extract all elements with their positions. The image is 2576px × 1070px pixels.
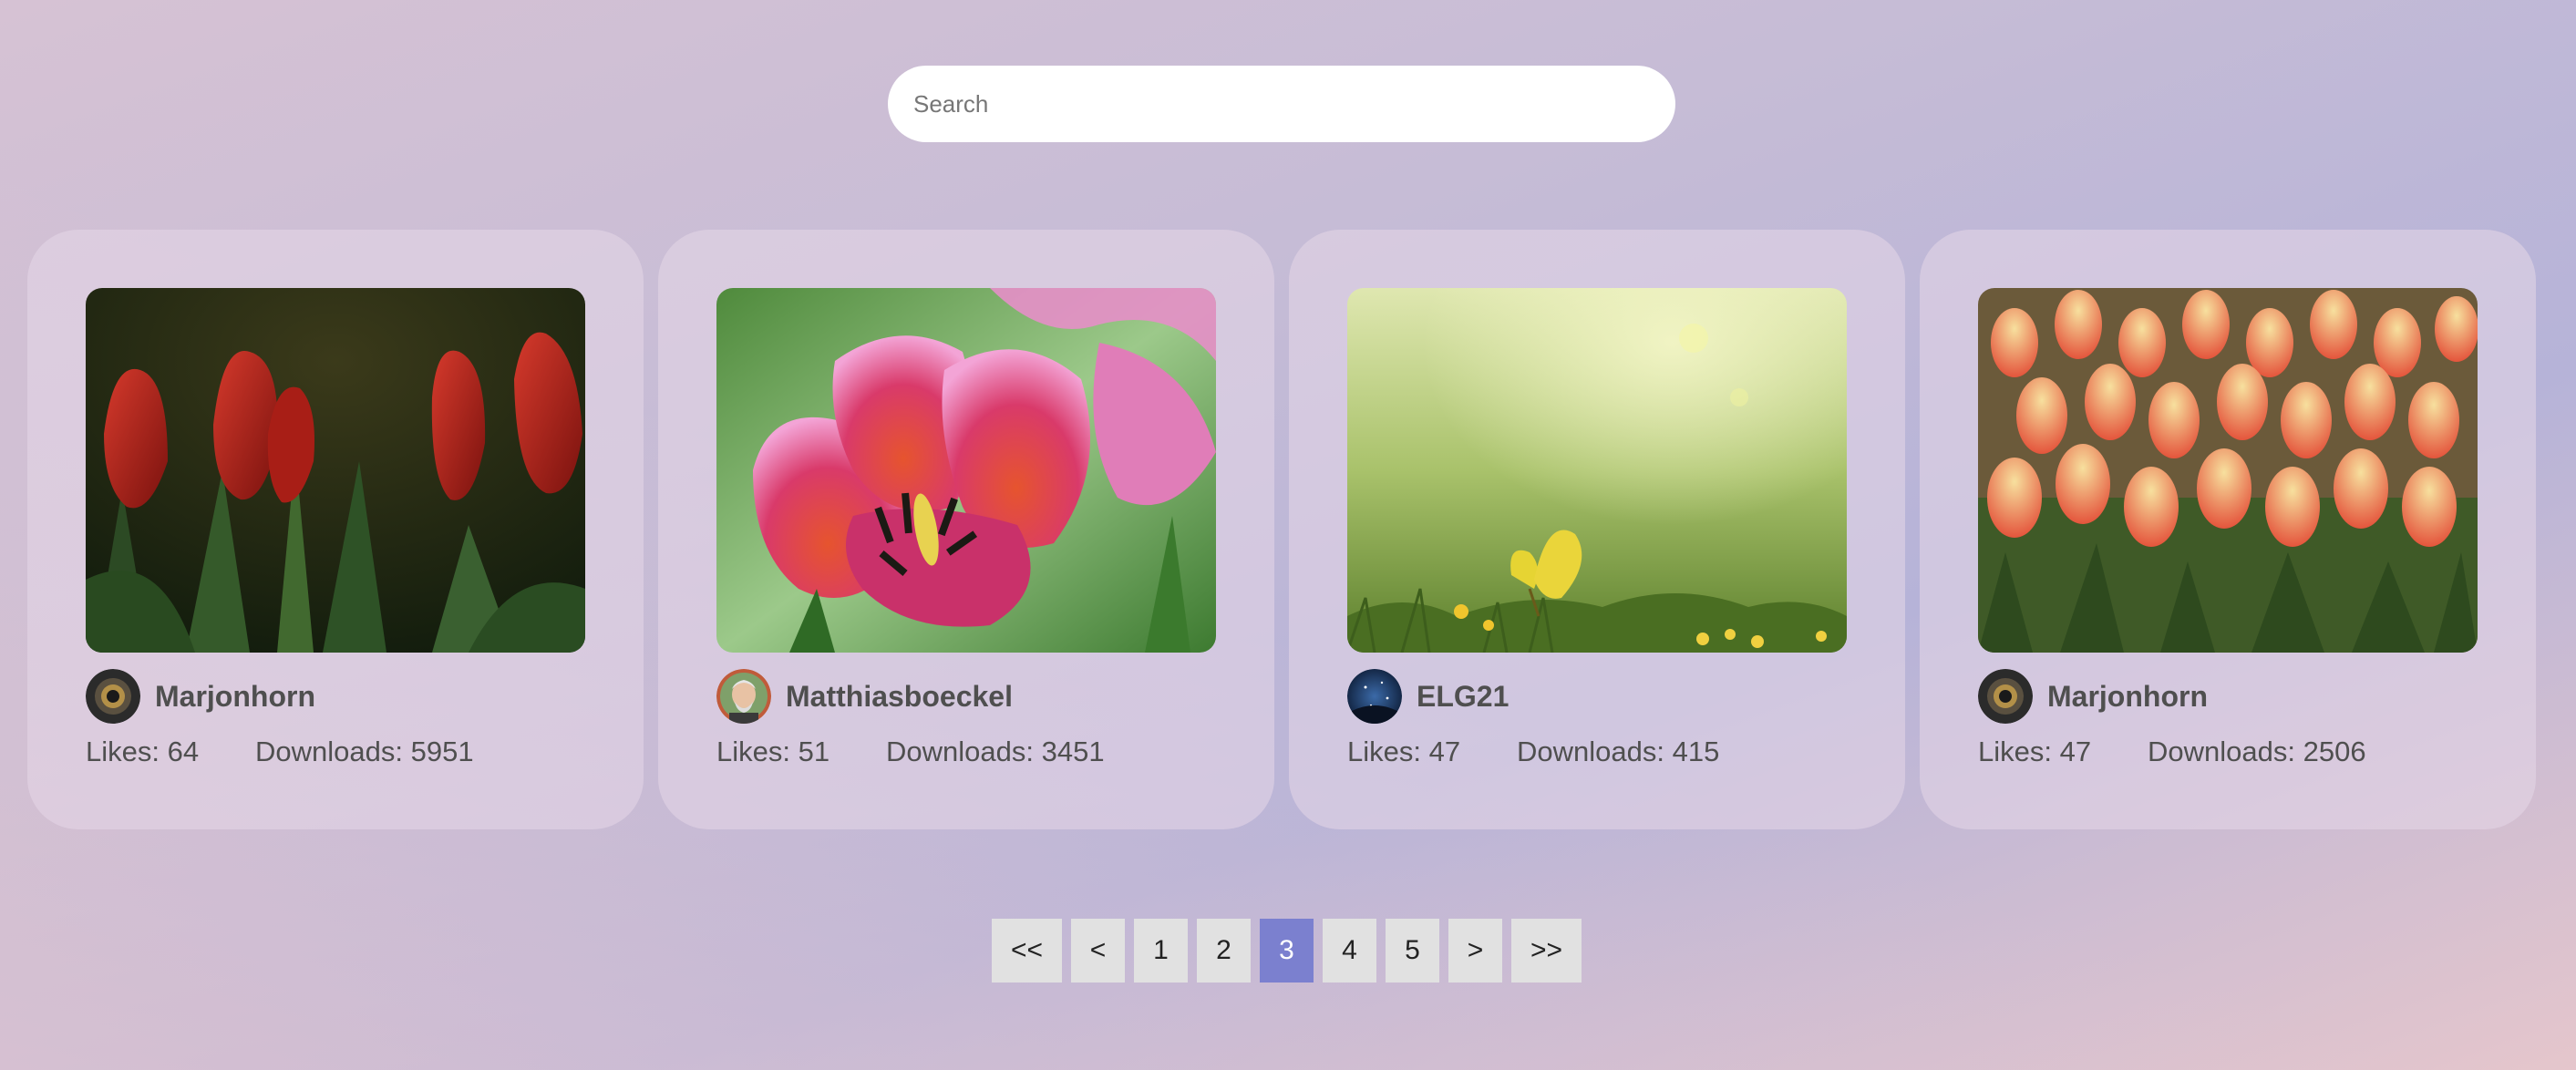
author-name[interactable]: Matthiasboeckel — [786, 680, 1013, 714]
likes-count: Likes: 47 — [1978, 736, 2092, 767]
prev-page-button[interactable]: < — [1071, 919, 1125, 983]
first-page-button[interactable]: << — [992, 919, 1062, 983]
page-button-4[interactable]: 4 — [1323, 919, 1376, 983]
stats-row: Likes: 51 Downloads: 3451 — [716, 734, 1105, 770]
stats-row: Likes: 47 Downloads: 415 — [1347, 734, 1719, 770]
author-name[interactable]: Marjonhorn — [155, 680, 315, 714]
last-page-button[interactable]: >> — [1511, 919, 1582, 983]
downloads-count: Downloads: 415 — [1517, 736, 1720, 767]
next-page-button[interactable]: > — [1448, 919, 1502, 983]
author-row: ELG21 — [1347, 669, 1509, 724]
card-image-striped-tulips[interactable] — [1978, 288, 2478, 653]
author-row: Marjonhorn — [1978, 669, 2208, 724]
stats-row: Likes: 64 Downloads: 5951 — [86, 734, 474, 770]
card-image-butterfly-meadow[interactable] — [1347, 288, 1847, 653]
image-card[interactable]: Marjonhorn Likes: 47 Downloads: 2506 — [1920, 230, 2536, 829]
person-avatar-icon[interactable] — [716, 669, 771, 724]
page-button-3-current[interactable]: 3 — [1260, 919, 1314, 983]
search-bar — [888, 66, 1675, 142]
page-button-5[interactable]: 5 — [1386, 919, 1439, 983]
likes-count: Likes: 47 — [1347, 736, 1461, 767]
camera-lens-avatar-icon[interactable] — [1978, 669, 2033, 724]
image-card[interactable]: ELG21 Likes: 47 Downloads: 415 — [1289, 230, 1905, 829]
card-image-pink-tulip[interactable] — [716, 288, 1216, 653]
stats-row: Likes: 47 Downloads: 2506 — [1978, 734, 2366, 770]
author-row: Matthiasboeckel — [716, 669, 1013, 724]
downloads-count: Downloads: 3451 — [886, 736, 1105, 767]
card-image-red-tulips[interactable] — [86, 288, 585, 653]
page-button-1[interactable]: 1 — [1134, 919, 1188, 983]
author-name[interactable]: Marjonhorn — [2047, 680, 2208, 714]
image-grid: Marjonhorn Likes: 64 Downloads: 5951 Mat… — [27, 230, 2536, 829]
downloads-count: Downloads: 5951 — [255, 736, 474, 767]
pagination: << < 1 2 3 4 5 > >> — [992, 919, 1582, 983]
search-input[interactable] — [888, 66, 1675, 142]
image-card[interactable]: Marjonhorn Likes: 64 Downloads: 5951 — [27, 230, 644, 829]
night-sky-avatar-icon[interactable] — [1347, 669, 1402, 724]
author-row: Marjonhorn — [86, 669, 315, 724]
image-card[interactable]: Matthiasboeckel Likes: 51 Downloads: 345… — [658, 230, 1274, 829]
page-button-2[interactable]: 2 — [1197, 919, 1251, 983]
author-name[interactable]: ELG21 — [1417, 680, 1509, 714]
likes-count: Likes: 64 — [86, 736, 200, 767]
downloads-count: Downloads: 2506 — [2148, 736, 2366, 767]
camera-lens-avatar-icon[interactable] — [86, 669, 140, 724]
likes-count: Likes: 51 — [716, 736, 830, 767]
